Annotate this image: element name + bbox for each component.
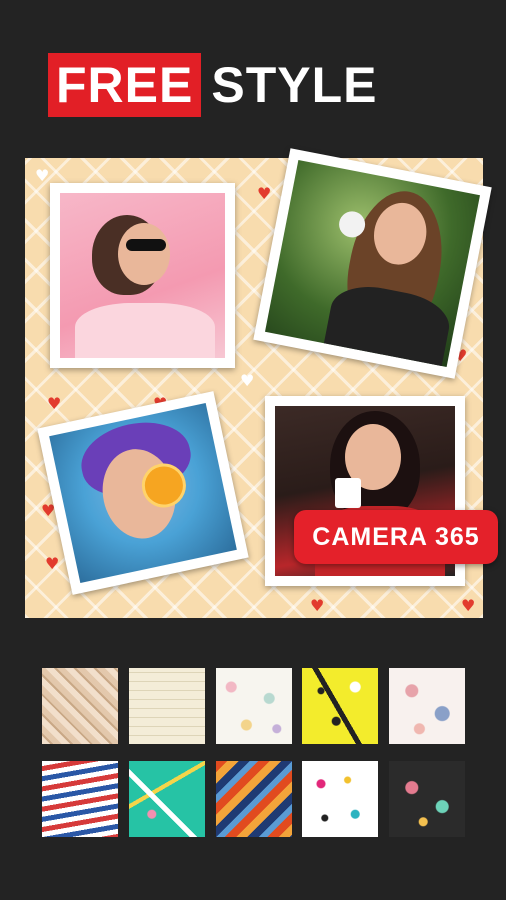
swatch-doodle[interactable] bbox=[215, 668, 292, 744]
photo-woman-dandelion[interactable] bbox=[253, 148, 492, 379]
heart-icon: ♥ bbox=[461, 596, 476, 615]
heart-icon: ♥ bbox=[47, 394, 62, 413]
heart-icon: ♥ bbox=[257, 184, 272, 203]
swatch-yellow-memphis[interactable] bbox=[302, 668, 379, 744]
headline-rest: STYLE bbox=[211, 57, 378, 113]
heart-icon: ♥ bbox=[35, 166, 50, 185]
swatch-memphis-shapes[interactable] bbox=[302, 761, 379, 837]
swatch-lined-paper[interactable] bbox=[128, 668, 205, 744]
photo-woman-orange[interactable] bbox=[37, 391, 249, 595]
background-swatches-row-1 bbox=[42, 668, 465, 744]
swatch-chevron-stripes[interactable] bbox=[42, 761, 118, 837]
app-screen: { "header": {"title_highlight": "FREE", … bbox=[0, 0, 506, 900]
headline-highlight: FREE bbox=[48, 53, 202, 117]
headline: FREE STYLE bbox=[48, 53, 378, 117]
heart-icon: ♥ bbox=[240, 371, 255, 390]
heart-icon: ♥ bbox=[45, 554, 60, 573]
heart-icon: ♥ bbox=[310, 596, 325, 615]
background-swatches-row-2 bbox=[42, 761, 465, 837]
swatch-weave[interactable] bbox=[42, 668, 118, 744]
swatch-aztec[interactable] bbox=[215, 761, 292, 837]
swatch-floral-bird[interactable] bbox=[389, 668, 465, 744]
swatch-dark-icons[interactable] bbox=[389, 761, 465, 837]
photo-woman-sunglasses[interactable] bbox=[50, 183, 235, 368]
swatch-teal-confetti[interactable] bbox=[128, 761, 205, 837]
camera-365-badge: CAMERA 365 bbox=[294, 510, 498, 564]
